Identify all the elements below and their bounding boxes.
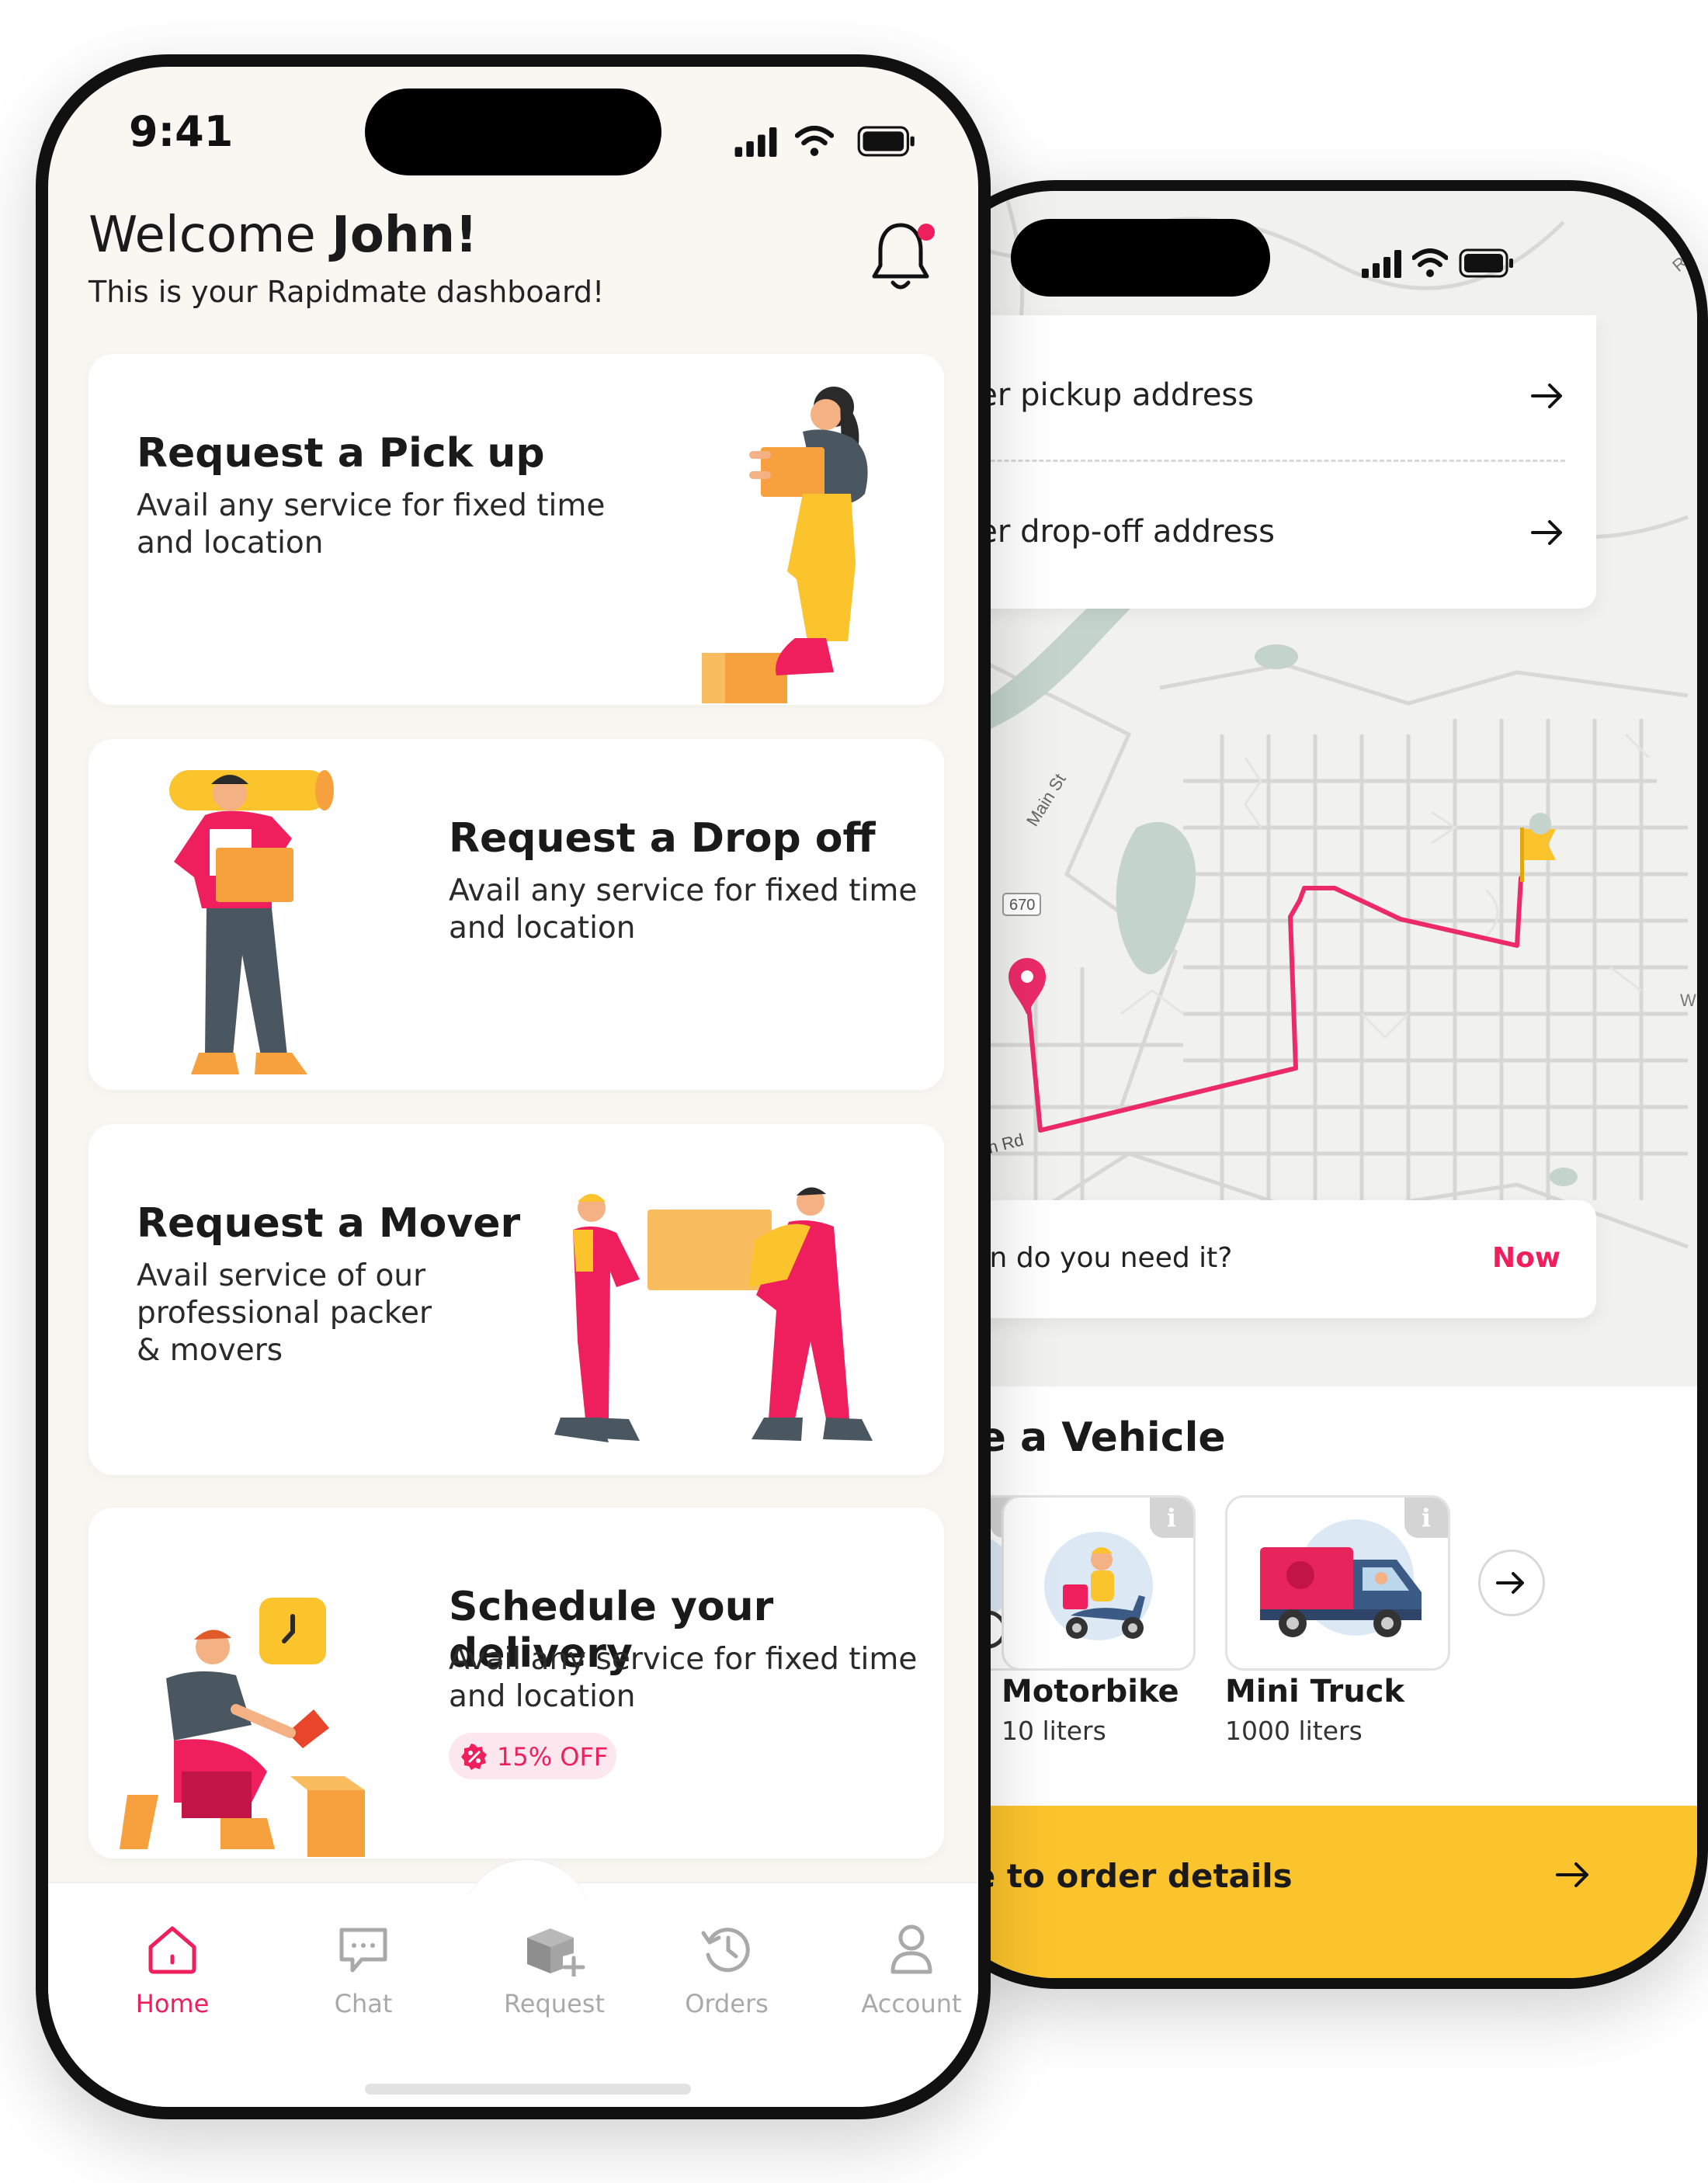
card-title: Request a Mover xyxy=(137,1200,521,1247)
address-panel: Enter pickup address Enter drop-off addr… xyxy=(927,315,1596,609)
delivery-time-selector[interactable]: When do you need it? Now xyxy=(927,1200,1596,1318)
arrow-right-icon xyxy=(1531,520,1562,545)
user-icon xyxy=(890,1924,932,1974)
address-divider xyxy=(935,460,1565,462)
home-indicator xyxy=(365,2084,691,2094)
mini-truck-icon xyxy=(1260,1547,1422,1637)
discount-label: 15% OFF xyxy=(497,1742,609,1772)
nav-label: Orders xyxy=(685,1989,769,2018)
dynamic-island xyxy=(365,88,661,175)
welcome-title: Welcome John! xyxy=(89,206,477,264)
discount-badge: 15% OFF xyxy=(449,1733,616,1779)
man-packing-box-illustration xyxy=(120,1598,365,1857)
continue-button[interactable]: nue to order details xyxy=(927,1806,1697,1978)
vehicle-next-button[interactable] xyxy=(1478,1550,1545,1616)
when-value[interactable]: Now xyxy=(1492,1242,1560,1274)
history-icon xyxy=(701,1928,750,1973)
wifi-icon xyxy=(795,126,834,156)
nav-chat[interactable]: Chat xyxy=(286,1922,441,2018)
dynamic-island xyxy=(1011,219,1270,297)
nav-request-bump xyxy=(463,1858,592,1930)
request-mover-card[interactable]: Request a Mover Avail service of our pro… xyxy=(89,1124,944,1475)
request-pickup-card[interactable]: Request a Pick up Avail any service for … xyxy=(89,354,944,705)
arrow-right-icon xyxy=(1531,384,1562,408)
vehicle-name: Mini Truck xyxy=(1225,1674,1405,1709)
card-description: Avail any service for fixed time and loc… xyxy=(449,1642,918,1714)
wifi-icon xyxy=(1412,248,1448,277)
card-description: Avail service of our professional packer… xyxy=(137,1258,432,1368)
notification-dot xyxy=(918,224,935,241)
schedule-delivery-card[interactable]: Schedule your delivery Avail any service… xyxy=(89,1508,944,1858)
signal-icon xyxy=(1362,250,1401,278)
user-name: John! xyxy=(332,206,478,264)
card-description: Avail any service for fixed time and loc… xyxy=(137,488,606,560)
request-dropoff-card[interactable]: Request a Drop off Avail any service for… xyxy=(89,739,944,1090)
arrow-right-icon xyxy=(1556,1862,1588,1887)
back-phone: Main St 670 ashington Rd W Re 41 Ente xyxy=(916,180,1708,1989)
battery-icon xyxy=(1459,248,1513,278)
vehicle-name: Motorbike xyxy=(1002,1674,1179,1709)
nav-label: Home xyxy=(135,1989,210,2018)
card-title: Request a Pick up xyxy=(137,430,545,477)
front-phone-screen: 9:41 Welcome John! This is your Rapidmat… xyxy=(48,67,978,2107)
card-title: Request a Drop off xyxy=(449,815,876,862)
vehicle-info-button[interactable]: i xyxy=(1404,1498,1448,1538)
vehicle-section: ose a Vehicle i le xyxy=(927,1386,1697,1852)
package-add-icon xyxy=(527,1928,585,1979)
nav-label: Account xyxy=(861,1989,962,2018)
vehicle-capacity: 10 liters xyxy=(1002,1716,1106,1746)
vehicle-card-mini-truck[interactable]: i xyxy=(1225,1495,1450,1671)
nav-label: Chat xyxy=(334,1989,393,2018)
dashboard-subtitle: This is your Rapidmate dashboard! xyxy=(89,275,605,309)
status-time: 9:41 xyxy=(129,107,234,156)
back-phone-screen: Main St 670 ashington Rd W Re 41 Ente xyxy=(927,191,1697,1978)
woman-carrying-box-illustration xyxy=(702,387,868,703)
man-carrying-roll-illustration xyxy=(169,770,334,1074)
nav-home[interactable]: Home xyxy=(95,1922,250,2018)
arrow-right-icon xyxy=(1496,1572,1524,1594)
welcome-prefix: Welcome xyxy=(89,206,332,264)
nav-label: Request xyxy=(504,1989,605,2018)
home-icon xyxy=(148,1926,196,1974)
motorbike-icon xyxy=(1063,1547,1145,1639)
vehicle-card-motorbike[interactable]: i xyxy=(1002,1495,1196,1671)
nav-account[interactable]: Account xyxy=(834,1922,978,2018)
map-label-route: 670 xyxy=(1009,897,1035,914)
front-phone: 9:41 Welcome John! This is your Rapidmat… xyxy=(36,54,991,2119)
battery-icon xyxy=(857,126,915,157)
vehicle-info-button[interactable]: i xyxy=(1150,1498,1193,1538)
notification-button[interactable] xyxy=(868,217,938,295)
two-movers-illustration xyxy=(554,1187,873,1442)
discount-icon xyxy=(461,1744,487,1770)
signal-icon xyxy=(734,127,777,157)
nav-request[interactable]: Request xyxy=(477,1922,632,2018)
nav-orders[interactable]: Orders xyxy=(649,1922,804,2018)
card-description: Avail any service for fixed time and loc… xyxy=(449,873,918,946)
chat-icon xyxy=(339,1928,387,1973)
map-label-edge-w: W xyxy=(1680,991,1696,1010)
vehicle-capacity: 1000 liters xyxy=(1225,1716,1363,1746)
